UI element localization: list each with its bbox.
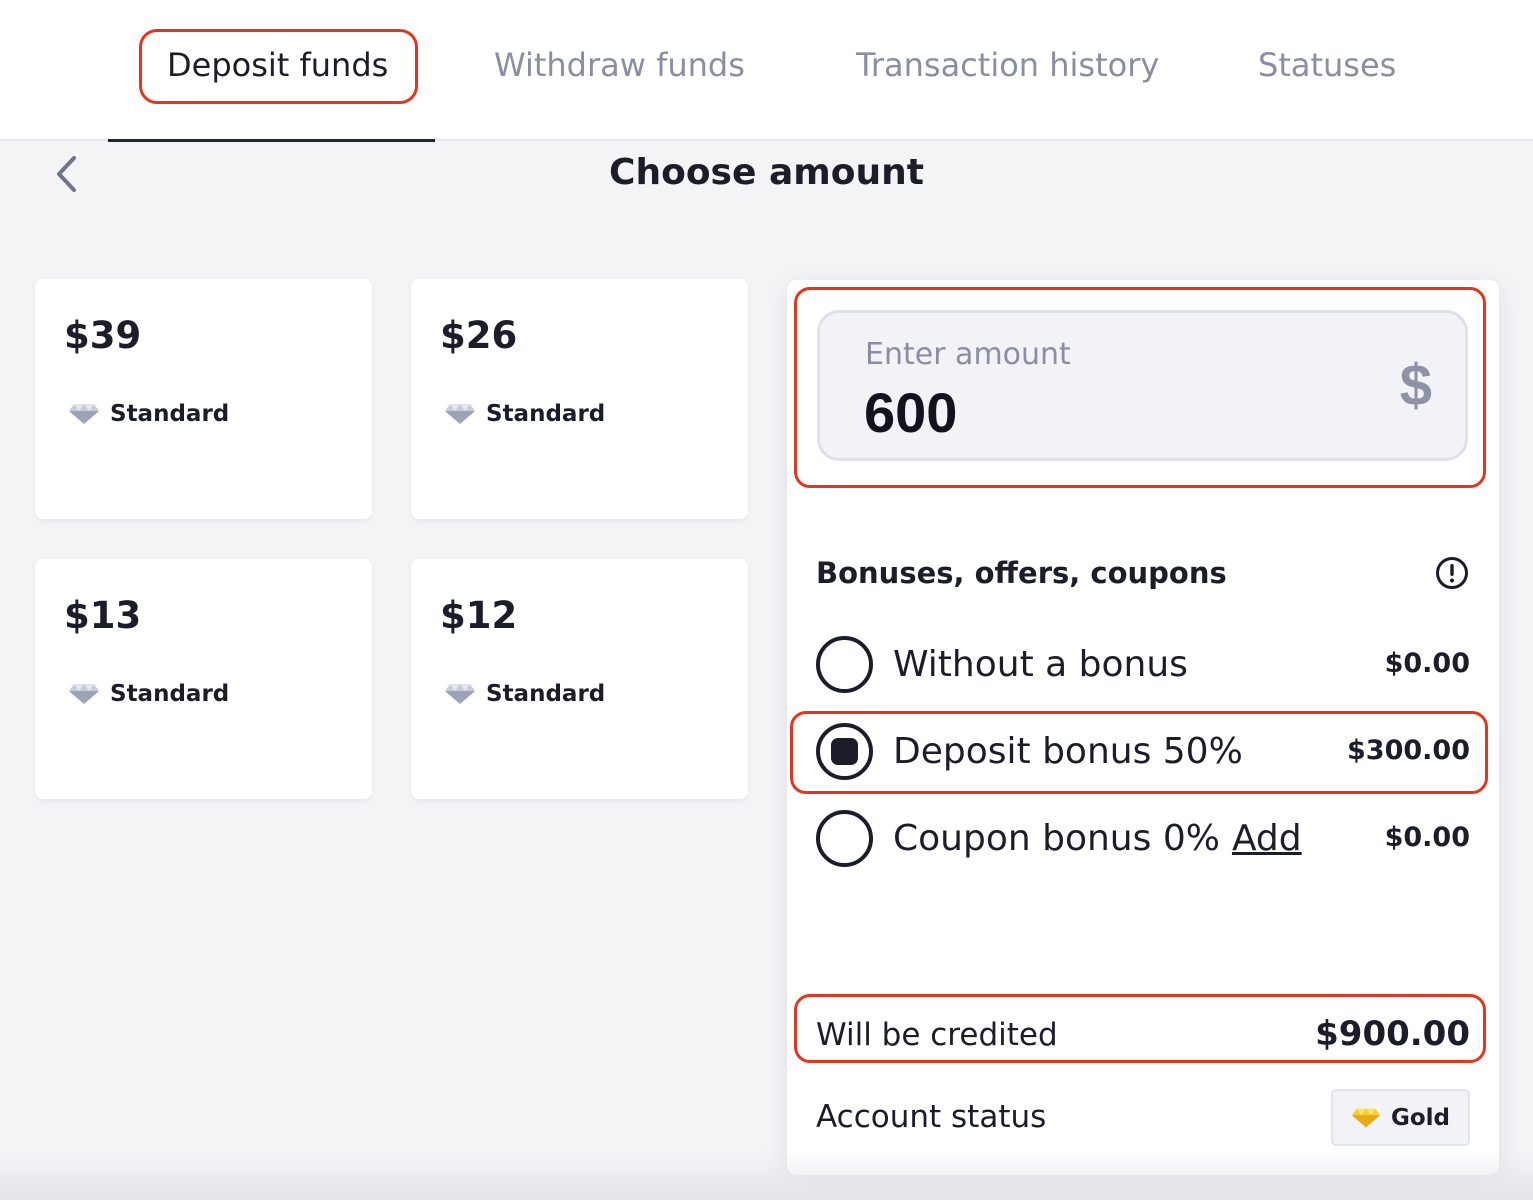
active-tab-indicator bbox=[108, 139, 435, 142]
card-tier-label: Standard bbox=[486, 681, 606, 707]
dollar-icon: $ bbox=[1399, 353, 1432, 418]
amount-card[interactable]: $13 Standard bbox=[35, 559, 372, 799]
tab-statuses[interactable]: Statuses bbox=[1258, 40, 1396, 90]
chevron-left-icon bbox=[57, 156, 76, 192]
status-badge-label: Gold bbox=[1390, 1104, 1451, 1131]
status-badge: Gold bbox=[1331, 1089, 1470, 1146]
card-amount: $12 bbox=[440, 594, 518, 637]
bonus-option-without[interactable]: Without a bonus $0.00 bbox=[816, 636, 1470, 696]
add-coupon-link[interactable]: Add bbox=[1232, 818, 1302, 859]
diamond-icon bbox=[69, 684, 99, 704]
card-amount: $39 bbox=[64, 314, 142, 357]
card-amount: $13 bbox=[64, 594, 142, 637]
bottom-fade bbox=[0, 1150, 1533, 1200]
diamond-icon bbox=[69, 404, 99, 424]
card-tier: Standard bbox=[68, 679, 229, 709]
card-tier: Standard bbox=[68, 399, 229, 429]
card-amount: $26 bbox=[440, 314, 518, 357]
card-tier-label: Standard bbox=[110, 401, 230, 427]
page-title: Choose amount bbox=[609, 152, 924, 193]
amount-card[interactable]: $26 Standard bbox=[411, 279, 748, 519]
credited-label: Will be credited bbox=[816, 1017, 1058, 1053]
card-tier: Standard bbox=[444, 679, 605, 709]
tab-bar: Deposit funds Withdraw funds Transaction… bbox=[0, 0, 1533, 141]
bonus-option-label-wrap: Coupon bonus 0% Add bbox=[893, 816, 1302, 862]
radio-without-bonus[interactable] bbox=[816, 636, 873, 693]
amount-card[interactable]: $39 Standard bbox=[35, 279, 372, 519]
card-tier: Standard bbox=[444, 399, 605, 429]
bonus-option-label: Deposit bonus 50% bbox=[893, 731, 1243, 772]
card-tier-label: Standard bbox=[486, 401, 606, 427]
radio-coupon-bonus[interactable] bbox=[816, 810, 873, 867]
tab-deposit-funds[interactable]: Deposit funds bbox=[167, 40, 388, 90]
bonus-option-amount: $0.00 bbox=[1384, 648, 1470, 679]
bonus-option-label: Coupon bonus 0% bbox=[893, 818, 1220, 859]
bonuses-heading: Bonuses, offers, coupons bbox=[816, 556, 1227, 590]
amount-input[interactable]: Enter amount 600 $ bbox=[817, 310, 1468, 461]
amount-input-value[interactable]: 600 bbox=[864, 381, 957, 445]
tab-withdraw-funds[interactable]: Withdraw funds bbox=[494, 40, 745, 90]
diamond-icon bbox=[445, 404, 475, 424]
credited-value: $900.00 bbox=[1315, 1014, 1470, 1054]
bonus-option-deposit[interactable]: Deposit bonus 50% $300.00 bbox=[816, 723, 1470, 783]
bonus-option-amount: $0.00 bbox=[1384, 822, 1470, 853]
card-tier-label: Standard bbox=[110, 681, 230, 707]
amount-input-label: Enter amount bbox=[865, 337, 1071, 372]
radio-deposit-bonus[interactable] bbox=[816, 723, 873, 780]
bonus-option-coupon[interactable]: Coupon bonus 0% Add $0.00 bbox=[816, 810, 1470, 870]
back-button[interactable] bbox=[44, 150, 88, 198]
gold-diamond-icon bbox=[1351, 1108, 1381, 1127]
tab-transaction-history[interactable]: Transaction history bbox=[856, 40, 1159, 90]
account-status-label: Account status bbox=[816, 1099, 1047, 1135]
info-icon[interactable] bbox=[1435, 556, 1469, 590]
diamond-icon bbox=[445, 684, 475, 704]
deposit-panel: Enter amount 600 $ Bonuses, offers, coup… bbox=[787, 280, 1499, 1175]
bonus-option-amount: $300.00 bbox=[1347, 735, 1470, 766]
amount-card[interactable]: $12 Standard bbox=[411, 559, 748, 799]
bonus-option-label: Without a bonus bbox=[893, 644, 1188, 685]
